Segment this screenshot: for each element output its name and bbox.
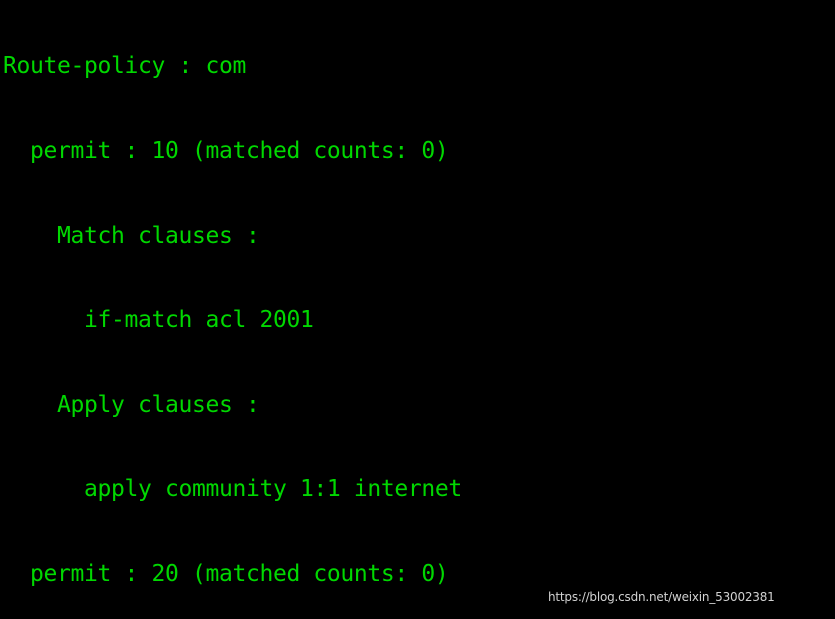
watermark-url: https://blog.csdn.net/weixin_53002381 [548,590,775,604]
terminal-line: if-match acl 2001 [3,307,314,334]
terminal-line: permit : 10 (matched counts: 0) [3,138,449,164]
terminal-line: Match clauses : [3,222,260,249]
terminal-line: Route-policy : com [3,53,246,80]
terminal-text-block: Route-policy : com permit : 10 (matched … [3,0,610,619]
terminal-screen: Route-policy : com permit : 10 (matched … [0,0,835,619]
terminal-line: apply community 1:1 internet [3,476,462,503]
terminal-line: Apply clauses : [3,391,260,418]
terminal-output[interactable]: Route-policy : com permit : 10 (matched … [0,0,835,619]
terminal-line: permit : 20 (matched counts: 0) [3,560,449,587]
